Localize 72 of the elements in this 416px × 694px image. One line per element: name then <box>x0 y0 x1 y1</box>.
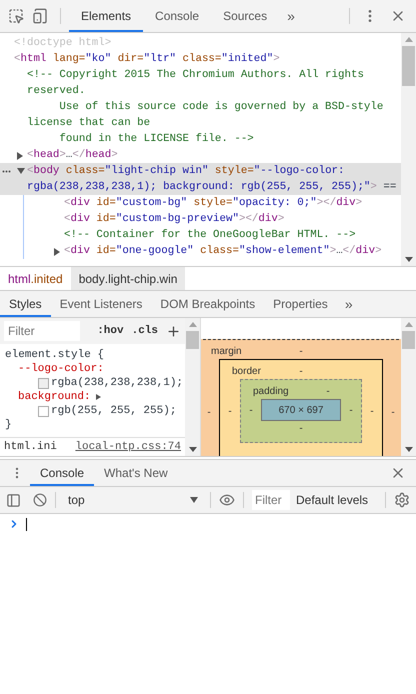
box-value: - <box>299 366 303 377</box>
dom-node-row[interactable]: <html lang="ko" dir="ltr" class="inited"> <box>0 51 401 67</box>
box-value: - <box>349 404 353 416</box>
scrollbar-thumb[interactable] <box>186 331 199 349</box>
dom-node-line: <html lang="ko" dir="ltr" class="inited"> <box>14 52 281 67</box>
box-value: - <box>391 406 395 418</box>
class-toggle-button[interactable]: .cls <box>132 325 158 337</box>
expanded-arrow-icon[interactable] <box>17 168 25 174</box>
property-value[interactable]: rgb(255, 255, 255); <box>51 404 176 418</box>
rule-close: } <box>4 418 13 432</box>
property-value[interactable]: rgba(238,238,238,1); <box>51 376 184 390</box>
dom-node-line: <!doctype html> <box>14 36 112 51</box>
source-link[interactable]: local-ntp.css:74 <box>75 441 181 453</box>
hover-state-button[interactable]: :hov <box>97 325 124 337</box>
scroll-down-icon[interactable] <box>404 447 412 452</box>
eye-icon[interactable] <box>219 492 235 508</box>
color-swatch[interactable] <box>38 378 49 388</box>
panel-tab[interactable]: Console <box>143 0 212 32</box>
drawer-tab[interactable]: Console <box>30 460 94 486</box>
dom-node-row[interactable]: <div id="custom-bg-preview"></div> <box>24 211 401 227</box>
dom-node-line: <!-- Container for the OneGoogleBar HTML. --> <box>64 228 357 243</box>
scrollbar[interactable] <box>401 33 416 266</box>
expand-arrow-icon[interactable] <box>96 394 101 400</box>
clear-console-icon[interactable] <box>33 493 47 507</box>
color-swatch[interactable] <box>38 406 49 416</box>
box-value: - <box>249 404 253 416</box>
sidebar-tab[interactable]: Properties <box>264 291 337 317</box>
panel-tab[interactable]: Sources <box>211 0 280 32</box>
box-value: - <box>299 346 303 357</box>
dom-node-line: <head>…</head> <box>27 148 119 163</box>
dom-node-line: <div id="one-google" class="show-element">…</div> <box>64 244 383 259</box>
dom-node-line: <div id="custom-bg" style="opacity: 0;"></div> <box>64 196 364 211</box>
dom-node-row[interactable]: <div id="custom-bg" style="opacity: 0;"></div> <box>24 195 401 211</box>
dom-node-line: <div id="custom-bg-preview"></div> <box>64 212 286 227</box>
property-name[interactable]: background: <box>18 390 91 404</box>
property-name[interactable]: --logo-color: <box>18 362 104 376</box>
more-tabs-button[interactable]: » <box>336 296 361 312</box>
rule-selector: html.ini <box>4 441 57 453</box>
log-levels-dropdown[interactable]: Default levels <box>296 493 368 507</box>
scrollbar[interactable] <box>401 318 416 456</box>
box-label: padding <box>253 386 289 397</box>
add-rule-icon[interactable] <box>166 324 181 338</box>
more-tabs-button[interactable]: » <box>279 8 303 24</box>
settings-icon[interactable] <box>394 492 410 508</box>
box-value: - <box>228 406 232 416</box>
dom-node-row[interactable]: <!-- Container for the OneGoogleBar HTML. --> <box>24 227 401 243</box>
sidebar-toggle-icon[interactable] <box>6 492 21 508</box>
scrollbar-thumb[interactable] <box>402 46 415 86</box>
more-dots-icon[interactable] <box>2 170 11 173</box>
dom-node-row[interactable]: <div id="one-google" class="show-element">…</div> <box>24 243 401 259</box>
box-label: border <box>232 366 261 377</box>
rule-selector: element.style { <box>4 348 106 362</box>
content-size: 670 × 697 <box>261 399 341 421</box>
breadcrumb[interactable]: html.inited <box>0 267 71 290</box>
console-filter-field[interactable]: Filter <box>252 490 290 510</box>
box-value: - <box>207 406 211 418</box>
breadcrumb[interactable]: body.light-chip.win <box>70 267 186 290</box>
sidebar-tab[interactable]: DOM Breakpoints <box>151 291 264 317</box>
scrollbar[interactable] <box>185 318 200 456</box>
box-label: margin <box>211 346 242 357</box>
box-value: - <box>370 406 374 416</box>
sidebar-tab[interactable]: Event Listeners <box>50 291 152 317</box>
context-select[interactable]: top <box>64 493 202 507</box>
scroll-down-icon[interactable] <box>404 257 412 262</box>
box-value: - <box>326 386 330 397</box>
collapsed-arrow-icon[interactable] <box>54 248 60 256</box>
drawer-tab[interactable]: What's New <box>94 460 178 486</box>
box-value: - <box>299 423 303 434</box>
sidebar-tab[interactable]: Styles <box>0 291 51 317</box>
scrollbar-thumb[interactable] <box>402 331 415 349</box>
panel-tab[interactable]: Elements <box>69 0 144 32</box>
styles-filter-field[interactable]: Filter <box>4 321 80 341</box>
